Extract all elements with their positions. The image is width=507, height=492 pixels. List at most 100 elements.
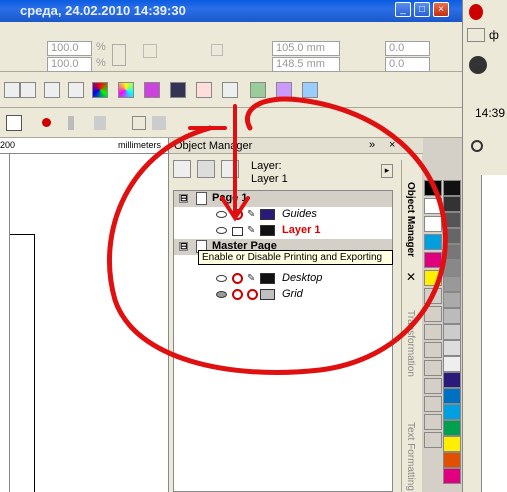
palette-swatch[interactable] <box>424 198 442 214</box>
back-button-icon[interactable] <box>469 56 487 74</box>
layer-manager-icon[interactable] <box>221 160 239 178</box>
lock-ratio-icon[interactable] <box>112 44 126 66</box>
pencil-icon[interactable]: ✎ <box>247 225 257 236</box>
align-icon[interactable] <box>132 116 146 130</box>
scale-x-field[interactable]: 100.0 <box>47 41 92 56</box>
palette-swatch[interactable] <box>424 432 442 448</box>
eye-hidden-icon[interactable] <box>216 291 227 298</box>
palette-swatch[interactable] <box>443 292 461 308</box>
palette-swatch[interactable] <box>424 288 442 304</box>
palette-swatch[interactable] <box>443 324 461 340</box>
tree-row-layer[interactable]: Grid <box>174 287 392 303</box>
palette-swatch[interactable] <box>424 234 442 250</box>
printer-disabled-icon[interactable] <box>232 273 243 284</box>
palette-swatch[interactable] <box>443 420 461 436</box>
toolbar-icon-12[interactable] <box>276 82 292 98</box>
palette-swatch[interactable] <box>424 342 442 358</box>
palette-swatch[interactable] <box>443 244 461 260</box>
palette-swatch[interactable] <box>443 468 461 484</box>
palette-swatch[interactable] <box>443 404 461 420</box>
toolbar-icon-7[interactable] <box>144 82 160 98</box>
rotate-icon[interactable] <box>143 44 157 58</box>
toolbar-icon-1[interactable] <box>4 82 20 98</box>
height-field[interactable]: 148.5 mm <box>272 57 340 72</box>
eye-icon[interactable] <box>216 211 227 218</box>
toolbar-icon-2[interactable] <box>20 82 36 98</box>
tree-row-layer[interactable]: ✎ Layer 1 <box>174 223 392 239</box>
palette-swatch[interactable] <box>443 388 461 404</box>
layer-color-swatch[interactable] <box>260 273 275 284</box>
palette-swatch[interactable] <box>443 436 461 452</box>
width-field[interactable]: 105.0 mm <box>272 41 340 56</box>
tree-row-page[interactable]: ⊟ Page 1 <box>174 191 392 207</box>
edit-disabled-icon[interactable] <box>247 289 258 300</box>
palette-swatch[interactable] <box>424 180 442 196</box>
palette-swatch[interactable] <box>443 212 461 228</box>
search-icon[interactable] <box>471 140 483 152</box>
expand-icon[interactable]: ⊟ <box>179 194 188 203</box>
eye-icon[interactable] <box>216 275 227 282</box>
toolbar3-icon-4[interactable] <box>94 116 106 130</box>
palette-swatch[interactable] <box>424 324 442 340</box>
toolbar-icon-11[interactable] <box>250 82 266 98</box>
toolbar-icon-4[interactable] <box>68 82 84 98</box>
angle-field-a[interactable]: 0.0 <box>385 41 430 56</box>
tree-row-layer[interactable]: ✎ Guides <box>174 207 392 223</box>
tab-object-manager[interactable]: Object Manager <box>405 182 416 257</box>
drawing-canvas[interactable] <box>10 154 168 492</box>
printer-disabled-icon[interactable] <box>232 289 243 300</box>
show-properties-icon[interactable] <box>173 160 191 178</box>
palette-swatch[interactable] <box>443 340 461 356</box>
edit-across-layers-icon[interactable] <box>197 160 215 178</box>
wave-icon[interactable] <box>196 82 212 98</box>
layer-color-swatch[interactable] <box>260 289 275 300</box>
zoom-icon[interactable] <box>6 115 22 131</box>
palette-swatch[interactable] <box>443 276 461 292</box>
opera-icon[interactable] <box>469 4 483 20</box>
close-button[interactable]: × <box>433 2 449 17</box>
tree-row-layer[interactable]: ✎ Desktop <box>174 271 392 287</box>
pencil-icon[interactable]: ✎ <box>247 209 257 220</box>
layer-color-swatch[interactable] <box>260 209 275 220</box>
close-tab-icon[interactable]: ✕ <box>406 270 416 284</box>
app-icon[interactable] <box>467 28 485 42</box>
expand-icon[interactable]: ⊟ <box>179 242 188 251</box>
flyout-arrow-icon[interactable]: ▸ <box>381 164 393 178</box>
scale-y-field[interactable]: 100.0 <box>47 57 92 72</box>
palette-swatch[interactable] <box>424 306 442 322</box>
palette-swatch[interactable] <box>424 216 442 232</box>
angle-field-b[interactable]: 0.0 <box>385 57 430 72</box>
printer-icon[interactable] <box>232 227 243 236</box>
mirror-icon[interactable] <box>211 44 223 56</box>
toolbar-icon-3[interactable] <box>44 82 60 98</box>
tab-text-formatting[interactable]: Text Formatting <box>405 422 416 491</box>
pencil-icon[interactable]: ✎ <box>247 273 257 284</box>
palette-swatch[interactable] <box>443 372 461 388</box>
record-icon[interactable] <box>42 118 51 127</box>
palette-swatch[interactable] <box>443 260 461 276</box>
palette-swatch[interactable] <box>424 396 442 412</box>
palette-swatch[interactable] <box>424 270 442 286</box>
toolbar-icon-13[interactable] <box>302 82 318 98</box>
palette-swatch[interactable] <box>424 360 442 376</box>
palette-swatch[interactable] <box>443 356 461 372</box>
close-docker-icon[interactable]: × <box>389 139 395 151</box>
collapse-icon[interactable]: » <box>369 139 375 151</box>
palette-swatch[interactable] <box>443 452 461 468</box>
printer-disabled-icon[interactable] <box>232 209 243 220</box>
palette-swatch[interactable] <box>424 378 442 394</box>
palette-swatch[interactable] <box>443 308 461 324</box>
toolbar-icon-8[interactable] <box>170 82 186 98</box>
minimize-button[interactable]: _ <box>395 2 411 17</box>
maximize-button[interactable]: □ <box>414 2 430 17</box>
palette-icon[interactable] <box>118 82 134 98</box>
eye-icon[interactable] <box>216 227 227 234</box>
palette-swatch[interactable] <box>424 252 442 268</box>
color-icon[interactable] <box>92 82 108 98</box>
tab-transformation[interactable]: Transformation <box>405 310 416 377</box>
toolbar-icon-10[interactable] <box>222 82 238 98</box>
palette-swatch[interactable] <box>424 414 442 430</box>
palette-swatch[interactable] <box>443 180 461 196</box>
layer-color-swatch[interactable] <box>260 225 275 236</box>
palette-swatch[interactable] <box>443 228 461 244</box>
